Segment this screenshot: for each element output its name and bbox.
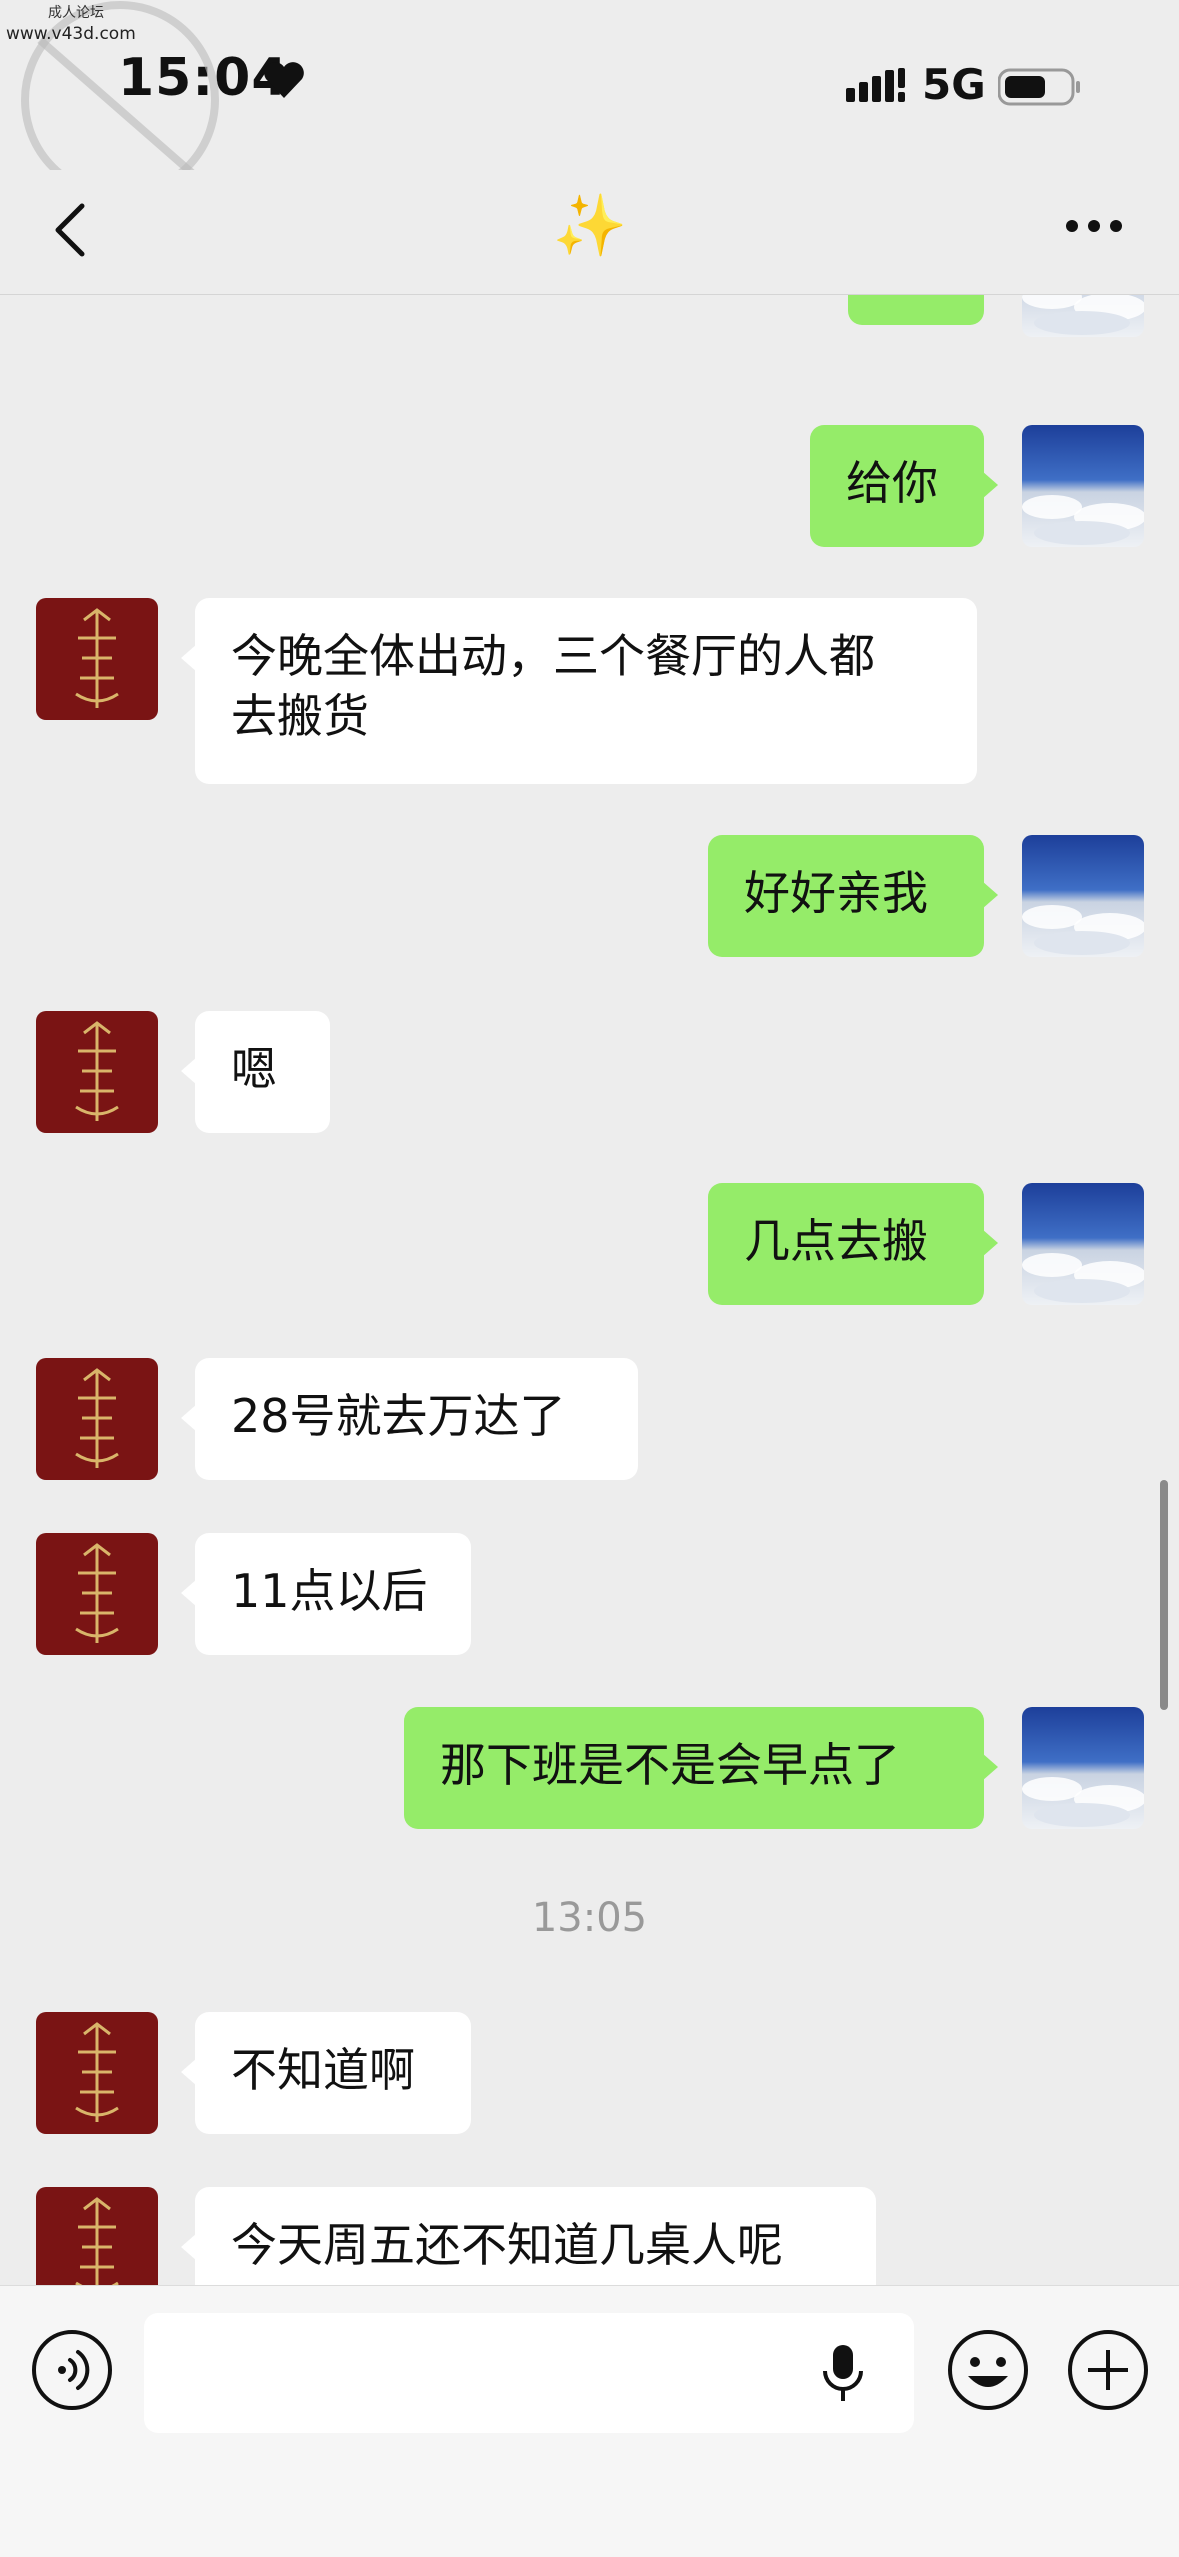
outgoing-message[interactable]: 给你	[810, 425, 998, 547]
back-icon[interactable]	[50, 200, 90, 264]
outgoing-message[interactable]: 几点去搬	[708, 1183, 998, 1305]
plus-icon[interactable]	[1066, 2328, 1150, 2416]
contact-avatar[interactable]	[36, 598, 158, 720]
outgoing-message[interactable]: 好好亲我	[708, 835, 998, 957]
contact-avatar[interactable]	[36, 1011, 158, 1133]
my-avatar[interactable]	[1022, 1183, 1144, 1305]
my-avatar[interactable]	[1022, 295, 1144, 337]
outgoing-message[interactable]: 那下班是不是会早点了	[404, 1707, 998, 1829]
network-label: 5G	[922, 60, 986, 109]
contact-avatar[interactable]	[36, 1533, 158, 1655]
signal-icon	[846, 68, 906, 112]
my-avatar[interactable]	[1022, 425, 1144, 547]
my-avatar[interactable]	[1022, 835, 1144, 957]
chat-area[interactable]: 👄 给你今晚全体出动，三个餐厅的人都 去搬货好好亲我嗯几点去搬 28号就去万达了 11…	[0, 295, 1179, 2285]
nav-bar: ✨	[0, 170, 1179, 295]
incoming-message[interactable]: 嗯	[181, 1011, 330, 1133]
input-bar	[0, 2285, 1179, 2557]
heart-icon	[262, 60, 306, 104]
mic-icon[interactable]	[820, 2341, 866, 2409]
watermark-url: www.v43d.com	[6, 24, 136, 44]
incoming-message[interactable]: 今晚全体出动，三个餐厅的人都 去搬货	[181, 598, 977, 784]
contact-avatar[interactable]	[36, 1358, 158, 1480]
incoming-message[interactable]: 今天周五还不知道几桌人呢	[181, 2187, 876, 2285]
emoji-icon[interactable]	[946, 2328, 1030, 2416]
battery-icon	[997, 68, 1082, 112]
incoming-message[interactable]: 11点以后	[181, 1533, 471, 1655]
watermark-text: 成人论坛	[48, 5, 104, 21]
voice-icon[interactable]	[30, 2328, 114, 2416]
message-timestamp: 13:05	[531, 1895, 648, 1941]
chat-title: ✨	[552, 191, 628, 261]
incoming-message[interactable]: 28号就去万达了	[181, 1358, 638, 1480]
more-icon[interactable]	[1064, 218, 1124, 238]
my-avatar[interactable]	[1022, 1707, 1144, 1829]
scrollbar[interactable]	[1160, 1480, 1168, 1710]
contact-avatar[interactable]	[36, 2012, 158, 2134]
incoming-message[interactable]: 不知道啊	[181, 2012, 471, 2134]
message-input[interactable]	[144, 2313, 914, 2433]
outgoing-message[interactable]: 👄	[848, 295, 984, 325]
contact-avatar[interactable]	[36, 2187, 158, 2285]
